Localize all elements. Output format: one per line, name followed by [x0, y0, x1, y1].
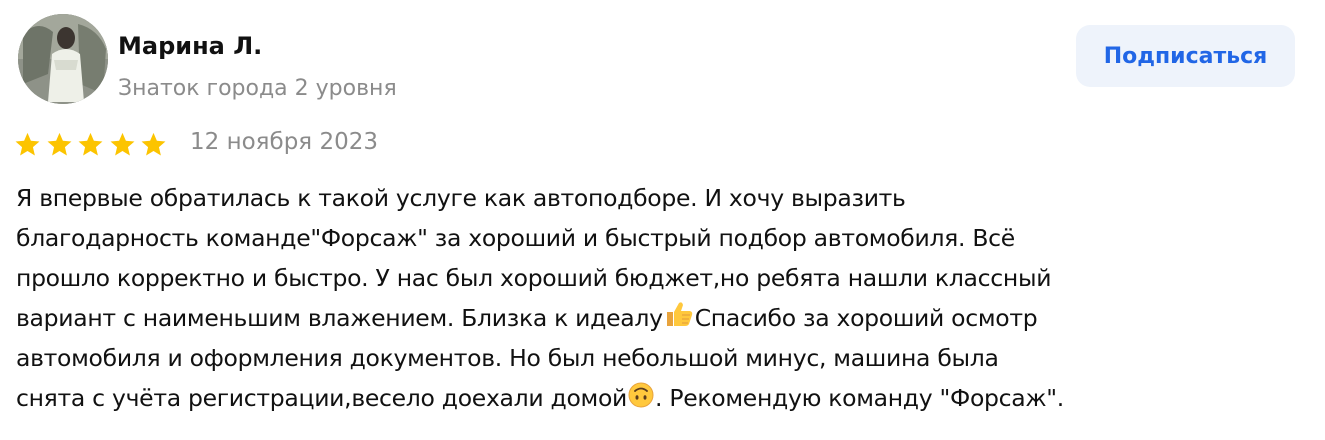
upside-down-face-icon	[628, 382, 654, 408]
star-rating	[14, 132, 172, 157]
review-line: Я впервые обратилась к такой услуге как …	[16, 184, 906, 212]
author-level: Знаток города 2 уровня	[118, 76, 397, 101]
rating-row: 12 ноября 2023	[14, 124, 614, 164]
star-icon	[78, 132, 103, 156]
review-text: Я впервые обратилась к такой услуге как …	[16, 178, 1316, 418]
star-icon	[15, 132, 40, 156]
review-line: автомобиля и оформления документов. Но б…	[16, 344, 999, 372]
subscribe-button[interactable]: Подписаться	[1076, 25, 1295, 87]
review-line: прошло корректно и быстро. У нас был хор…	[16, 264, 1052, 292]
thumbs-up-icon	[666, 302, 692, 326]
star-icon	[141, 132, 166, 156]
star-icon	[47, 132, 71, 156]
author-avatar[interactable]	[18, 14, 108, 104]
author-name[interactable]: Марина Л.	[118, 32, 262, 60]
review-line: благодарность команде"Форсаж" за хороший…	[16, 224, 1015, 252]
review-card: Марина Л. Знаток города 2 уровня Подписа…	[0, 0, 1325, 440]
review-line: снята с учёта регистрации,весело доехали…	[16, 382, 1064, 412]
review-header: Марина Л. Знаток города 2 уровня Подписа…	[14, 12, 1295, 104]
star-icon	[110, 132, 134, 156]
review-date: 12 ноября 2023	[190, 129, 378, 155]
user-photo-avatar-icon	[18, 14, 108, 104]
review-line: вариант с наименьшим влажением. Близка к…	[16, 298, 1316, 338]
